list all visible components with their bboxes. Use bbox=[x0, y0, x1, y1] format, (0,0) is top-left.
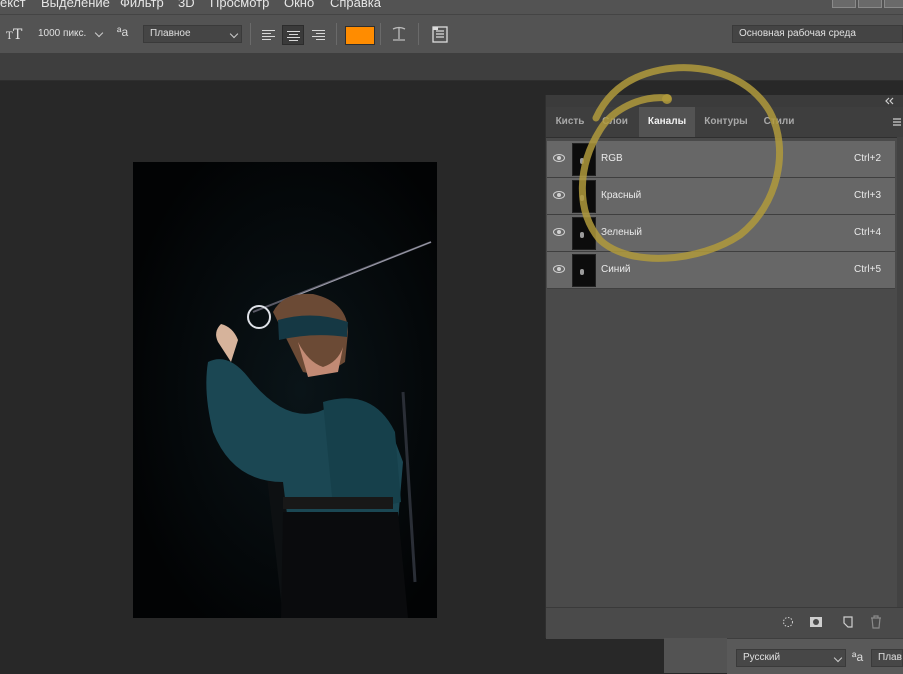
delete-channel-icon[interactable] bbox=[870, 615, 882, 629]
channels-panel: Кисть Слои Каналы Контуры Стили RGB Ctrl… bbox=[545, 95, 903, 639]
tab-brush[interactable]: Кисть bbox=[550, 107, 590, 137]
eye-icon[interactable] bbox=[553, 265, 565, 273]
language-select[interactable]: Русский bbox=[736, 649, 846, 667]
new-channel-icon[interactable] bbox=[842, 615, 854, 629]
panel-scrollbar[interactable] bbox=[897, 137, 903, 607]
channel-shortcut: Ctrl+2 bbox=[854, 153, 881, 164]
antialias-value: Плав bbox=[878, 652, 902, 663]
minimize-button[interactable] bbox=[832, 0, 856, 8]
character-panel-icon[interactable] bbox=[431, 25, 449, 43]
align-left-button[interactable] bbox=[258, 25, 280, 45]
menu-filter[interactable]: Фильтр bbox=[120, 0, 164, 10]
channel-shortcut: Ctrl+5 bbox=[854, 264, 881, 275]
document-tab-bar bbox=[0, 53, 903, 81]
font-size-value: 1000 пикс. bbox=[38, 28, 87, 39]
channel-row-green[interactable]: Зеленый Ctrl+4 bbox=[547, 215, 895, 252]
panel-header-strip bbox=[546, 95, 903, 107]
chevron-down-icon bbox=[94, 28, 104, 38]
antialias-icon: ªa bbox=[852, 650, 864, 664]
divider bbox=[250, 23, 251, 45]
eye-icon[interactable] bbox=[553, 154, 565, 162]
text-tool-icon[interactable]: TT bbox=[6, 24, 24, 43]
tab-layers[interactable]: Слои bbox=[594, 107, 636, 137]
tab-styles[interactable]: Стили bbox=[757, 107, 801, 137]
document-canvas[interactable] bbox=[133, 162, 437, 618]
text-color-swatch[interactable] bbox=[345, 26, 375, 45]
antialias-select-bottom[interactable]: Плав bbox=[871, 649, 903, 667]
channel-row-blue[interactable]: Синий Ctrl+5 bbox=[547, 252, 895, 289]
language-value: Русский bbox=[743, 652, 781, 663]
panel-footer bbox=[546, 607, 903, 639]
save-selection-icon[interactable] bbox=[809, 616, 823, 628]
panel-tabs: Кисть Слои Каналы Контуры Стили bbox=[546, 107, 903, 138]
warp-text-icon[interactable] bbox=[390, 25, 408, 43]
options-bar: TT 1000 пикс. ªa Плавное Основная рабоча… bbox=[0, 14, 903, 54]
font-size-field[interactable]: 1000 пикс. bbox=[38, 25, 108, 43]
svg-text:T: T bbox=[6, 31, 13, 42]
load-selection-icon[interactable] bbox=[782, 616, 794, 628]
panel-menu-icon[interactable] bbox=[892, 117, 902, 127]
menu-text[interactable]: екст bbox=[0, 0, 26, 10]
channel-shortcut: Ctrl+3 bbox=[854, 190, 881, 201]
channel-name: Синий bbox=[601, 264, 631, 275]
menu-window[interactable]: Окно bbox=[284, 0, 314, 10]
menu-select[interactable]: Выделение bbox=[41, 0, 110, 10]
tab-paths[interactable]: Контуры bbox=[698, 107, 754, 137]
menu-3d[interactable]: 3D bbox=[178, 0, 195, 10]
divider bbox=[418, 23, 419, 45]
eye-icon[interactable] bbox=[553, 228, 565, 236]
divider bbox=[336, 23, 337, 45]
align-center-button[interactable] bbox=[282, 25, 304, 45]
collapse-icon[interactable] bbox=[884, 97, 894, 105]
channel-name: Красный bbox=[601, 190, 642, 201]
channel-thumbnail bbox=[572, 143, 596, 176]
workspace-value: Основная рабочая среда bbox=[739, 28, 856, 39]
close-window-button[interactable] bbox=[884, 0, 903, 8]
channel-name: RGB bbox=[601, 153, 623, 164]
tab-channels[interactable]: Каналы bbox=[639, 107, 695, 137]
svg-text:T: T bbox=[13, 27, 23, 42]
channel-thumbnail bbox=[572, 254, 596, 287]
menu-view[interactable]: Просмотр bbox=[210, 0, 269, 10]
eye-icon[interactable] bbox=[553, 191, 565, 199]
photo-samurai bbox=[133, 162, 437, 618]
menu-help[interactable]: Справка bbox=[330, 0, 381, 10]
antialias-icon: ªa bbox=[117, 25, 129, 39]
channel-name: Зеленый bbox=[601, 227, 642, 238]
channel-row-rgb[interactable]: RGB Ctrl+2 bbox=[547, 141, 895, 178]
menu-bar: екст Выделение Фильтр 3D Просмотр Окно С… bbox=[0, 0, 903, 14]
align-right-button[interactable] bbox=[308, 25, 330, 45]
workspace-select[interactable]: Основная рабочая среда bbox=[732, 25, 903, 43]
channel-row-red[interactable]: Красный Ctrl+3 bbox=[547, 178, 895, 215]
channel-thumbnail bbox=[572, 217, 596, 250]
channel-thumbnail bbox=[572, 180, 596, 213]
antialias-value: Плавное bbox=[150, 28, 191, 39]
antialias-select[interactable]: Плавное bbox=[143, 25, 242, 43]
restore-button[interactable] bbox=[858, 0, 882, 8]
channel-shortcut: Ctrl+4 bbox=[854, 227, 881, 238]
divider bbox=[380, 23, 381, 45]
character-options-strip: Русский ªa Плав bbox=[727, 638, 903, 674]
chevron-down-icon bbox=[833, 653, 843, 663]
chevron-down-icon bbox=[229, 29, 239, 39]
